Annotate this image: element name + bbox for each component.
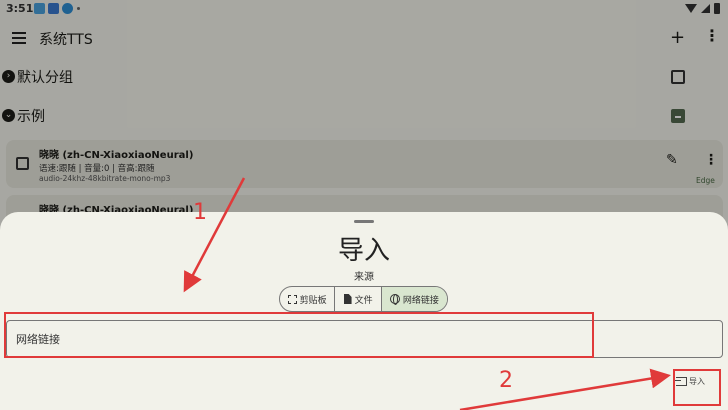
url-input[interactable] [6,320,723,358]
segment-label: 剪贴板 [299,295,327,306]
segment-label: 文件 [354,295,373,306]
import-button-label: 导入 [689,376,705,386]
segment-clipboard[interactable]: 剪贴板 [280,287,336,311]
clipboard-icon [287,294,297,304]
source-segmented-control: 剪贴板 文件 网络链接 [279,286,448,312]
segment-file[interactable]: 文件 [335,287,382,311]
file-icon [343,294,352,304]
sheet-title: 导入 [337,236,390,266]
import-button[interactable]: 导入 [673,370,718,392]
segment-label: 网络链接 [402,295,439,306]
segment-url[interactable]: 网络链接 [381,287,447,311]
drag-handle[interactable] [354,220,374,223]
import-icon [673,376,687,386]
import-bottom-sheet: 导入 来源 剪贴板 文件 网络链接 导入 [0,212,728,410]
source-label: 来源 [354,272,374,283]
globe-icon [389,294,400,305]
